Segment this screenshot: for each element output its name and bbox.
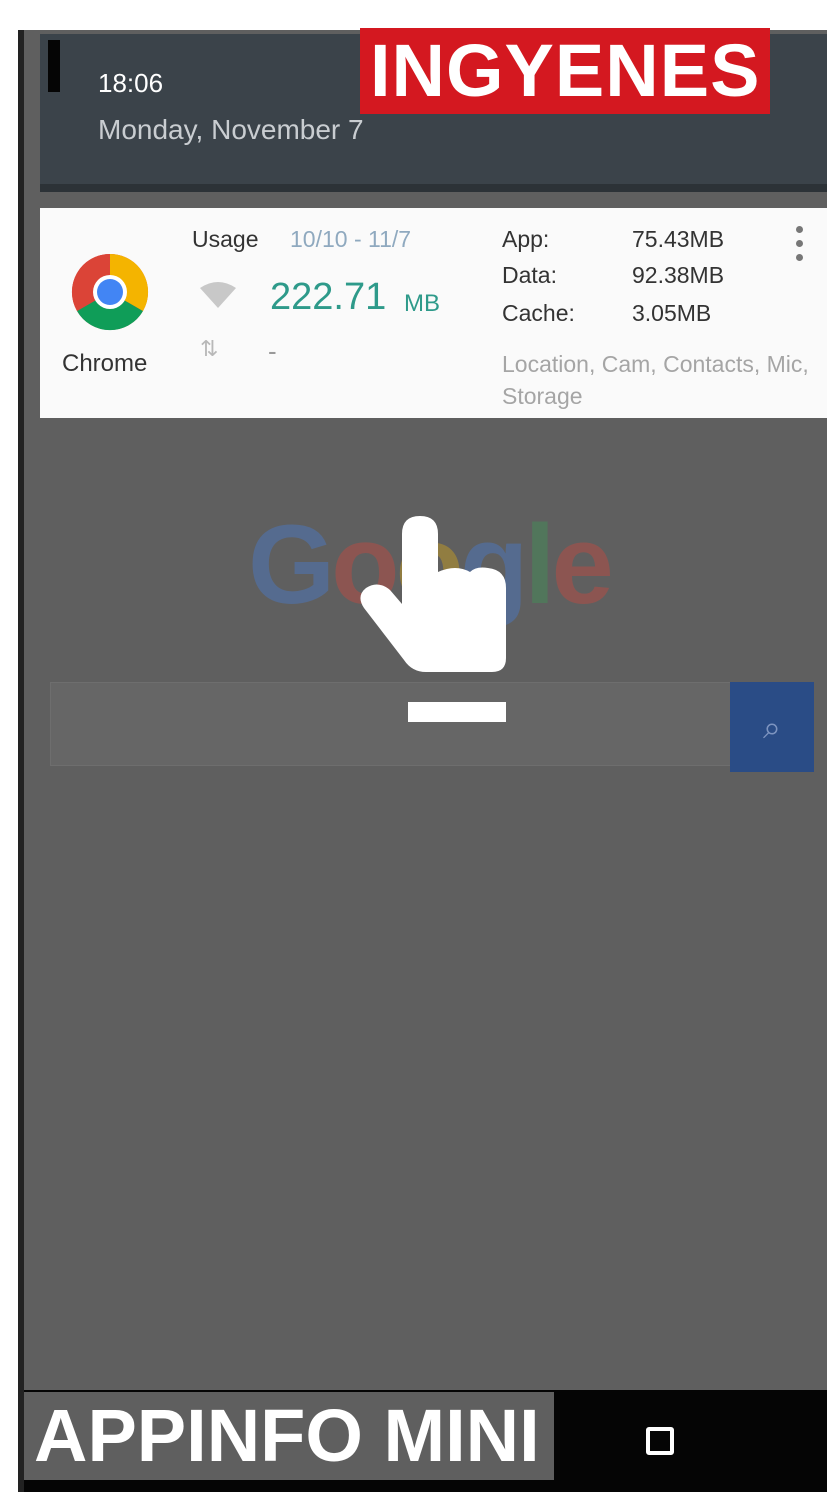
logo-letter: e xyxy=(551,502,614,627)
appinfo-mini-banner: APPINFO MINI xyxy=(24,1392,554,1480)
ingyenes-banner: INGYENES xyxy=(360,28,771,114)
app-size-value: 75.43MB xyxy=(632,226,725,252)
wifi-usage-value: 222.71 xyxy=(270,276,387,318)
tap-hand-icon xyxy=(360,516,506,722)
data-size-value: 92.38MB xyxy=(632,262,725,288)
app-usage-card[interactable]: Chrome Usage 10/10 - 11/7 222.71 MB ⇅ - … xyxy=(40,208,827,418)
cache-size-value: 3.05MB xyxy=(632,300,712,326)
chrome-logo-icon xyxy=(71,253,149,331)
data-size-label: Data: xyxy=(502,262,557,288)
permissions-text: Location, Cam, Contacts, Mic, Storage xyxy=(502,351,809,409)
wifi-icon xyxy=(200,282,236,308)
logo-letter: l xyxy=(524,502,555,627)
clock-time: 18:06 xyxy=(98,68,164,98)
app-size-label: App: xyxy=(502,226,550,252)
screen-corner xyxy=(48,40,60,92)
screen-edge xyxy=(18,30,24,1492)
more-vert-icon[interactable] xyxy=(792,226,806,270)
search-button[interactable]: ⌕ xyxy=(730,682,814,772)
cache-size-label: Cache: xyxy=(502,300,575,326)
mobile-data-icon: ⇅ xyxy=(200,336,219,361)
mobile-usage-value: - xyxy=(268,336,277,366)
usage-date-range: 10/10 - 11/7 xyxy=(290,226,412,252)
usage-label: Usage xyxy=(192,226,259,252)
wifi-usage-unit: MB xyxy=(404,290,440,317)
clock-date: Monday, November 7 xyxy=(98,114,364,145)
phone-screen: 18:06 Monday, November 7 Chrome Usage 10… xyxy=(18,30,827,1492)
app-name-label: Chrome xyxy=(62,350,148,377)
recents-square-icon[interactable] xyxy=(646,1427,674,1455)
logo-letter: G xyxy=(248,502,335,627)
